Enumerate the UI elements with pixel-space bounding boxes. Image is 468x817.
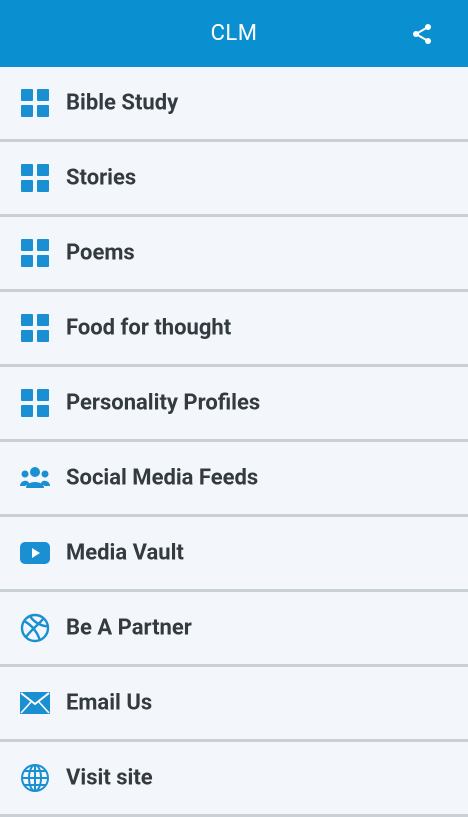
menu-item-label: Bible Study: [66, 90, 179, 116]
menu-item-label: Poems: [66, 240, 135, 266]
app-bar: CLM: [0, 0, 468, 67]
users-icon: [20, 463, 50, 493]
share-icon[interactable]: [410, 22, 434, 46]
menu-item-food-for-thought[interactable]: Food for thought: [0, 292, 468, 367]
menu-item-bible-study[interactable]: Bible Study: [0, 67, 468, 142]
menu-item-personality-profiles[interactable]: Personality Profiles: [0, 367, 468, 442]
menu-list: Bible Study Stories Poems Food for thoug…: [0, 67, 468, 817]
grid-icon: [20, 163, 50, 193]
grid-icon: [20, 88, 50, 118]
menu-item-poems[interactable]: Poems: [0, 217, 468, 292]
menu-item-visit-site[interactable]: Visit site: [0, 742, 468, 817]
globe-icon: [20, 763, 50, 793]
envelope-icon: [20, 688, 50, 718]
menu-item-label: Be A Partner: [66, 615, 192, 641]
menu-item-label: Personality Profiles: [66, 390, 261, 416]
grid-icon: [20, 388, 50, 418]
menu-item-label: Food for thought: [66, 315, 232, 341]
menu-item-social-media-feeds[interactable]: Social Media Feeds: [0, 442, 468, 517]
youtube-icon: [20, 538, 50, 568]
menu-item-email-us[interactable]: Email Us: [0, 667, 468, 742]
app-title: CLM: [210, 21, 258, 46]
menu-item-label: Media Vault: [66, 540, 184, 566]
menu-item-label: Email Us: [66, 690, 153, 716]
basketball-icon: [20, 613, 50, 643]
grid-icon: [20, 238, 50, 268]
menu-item-media-vault[interactable]: Media Vault: [0, 517, 468, 592]
menu-item-label: Stories: [66, 165, 137, 191]
menu-item-stories[interactable]: Stories: [0, 142, 468, 217]
grid-icon: [20, 313, 50, 343]
menu-item-be-a-partner[interactable]: Be A Partner: [0, 592, 468, 667]
menu-item-label: Visit site: [66, 765, 153, 791]
menu-item-label: Social Media Feeds: [66, 465, 259, 491]
